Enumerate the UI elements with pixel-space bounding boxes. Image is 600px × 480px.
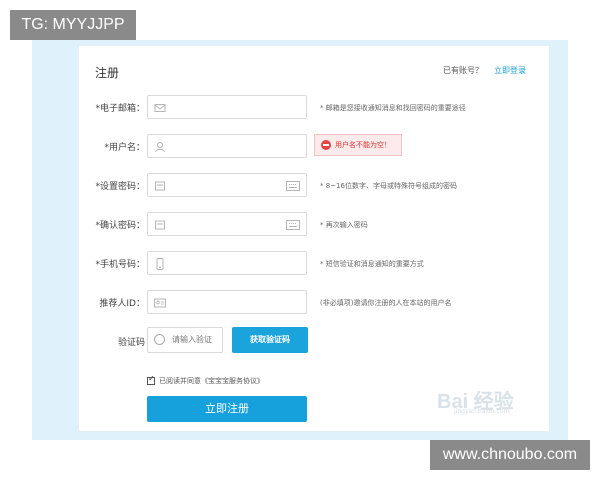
referrer-hint: (非必填项)邀请你注册的人在本站的用户名 xyxy=(320,299,452,307)
phone-field[interactable] xyxy=(147,251,307,275)
confirm-password-label: *确认密码： xyxy=(95,221,145,231)
phone-icon xyxy=(156,258,164,270)
agree-text: 已阅读并同意《宝宝宝服务协议》 xyxy=(159,377,264,385)
login-link[interactable]: 立即登录 xyxy=(494,65,526,76)
confirm-password-hint: * 再次输入密码 xyxy=(320,221,368,229)
watermark-top-left: TG: MYYJJPP xyxy=(10,10,136,40)
password-field[interactable] xyxy=(147,173,307,197)
email-label: *电子邮箱： xyxy=(95,104,145,114)
baidu-url-watermark: jingyan.baidu.com xyxy=(454,408,510,415)
watermark-bottom-right: www.chnoubo.com xyxy=(430,440,590,470)
lock-icon xyxy=(155,220,165,230)
agreement[interactable]: 已阅读并同意《宝宝宝服务协议》 xyxy=(147,374,264,386)
username-label: *用户名： xyxy=(104,143,145,153)
check-circle-icon xyxy=(154,334,165,345)
captcha-input[interactable]: 请输入验证 xyxy=(147,327,223,353)
register-button[interactable]: 立即注册 xyxy=(147,396,307,422)
lock-icon xyxy=(155,181,165,191)
confirm-password-field[interactable] xyxy=(147,212,307,236)
email-hint: * 邮箱是您接收通知消息和找回密码的重要途径 xyxy=(320,104,466,112)
email-field[interactable] xyxy=(147,95,307,119)
referrer-field[interactable] xyxy=(147,290,307,314)
form-title: 注册 xyxy=(95,66,120,80)
username-error: 用户名不能为空！ xyxy=(314,134,402,156)
phone-hint: * 短信验证和消息通知的重要方式 xyxy=(320,260,424,268)
have-account-text: 已有账号？ xyxy=(443,66,483,75)
password-hint: * 8~16位数字、字母或特殊符号组成的密码 xyxy=(320,182,457,190)
get-code-button[interactable]: 获取验证码 xyxy=(232,327,308,353)
username-error-text: 用户名不能为空！ xyxy=(335,141,391,149)
username-field[interactable] xyxy=(147,134,307,158)
email-icon xyxy=(154,104,166,112)
referrer-label: 推荐人ID： xyxy=(99,299,145,309)
captcha-placeholder: 请输入验证 xyxy=(172,335,212,344)
phone-label: *手机号码： xyxy=(95,260,145,270)
captcha-label: 验证码 xyxy=(117,338,145,348)
password-label: *设置密码： xyxy=(95,182,145,192)
keyboard-icon[interactable] xyxy=(286,220,300,230)
agree-checkbox[interactable] xyxy=(147,374,155,385)
keyboard-icon[interactable] xyxy=(286,181,300,191)
error-icon xyxy=(321,140,331,150)
user-icon xyxy=(155,142,165,153)
id-card-icon xyxy=(154,298,166,308)
